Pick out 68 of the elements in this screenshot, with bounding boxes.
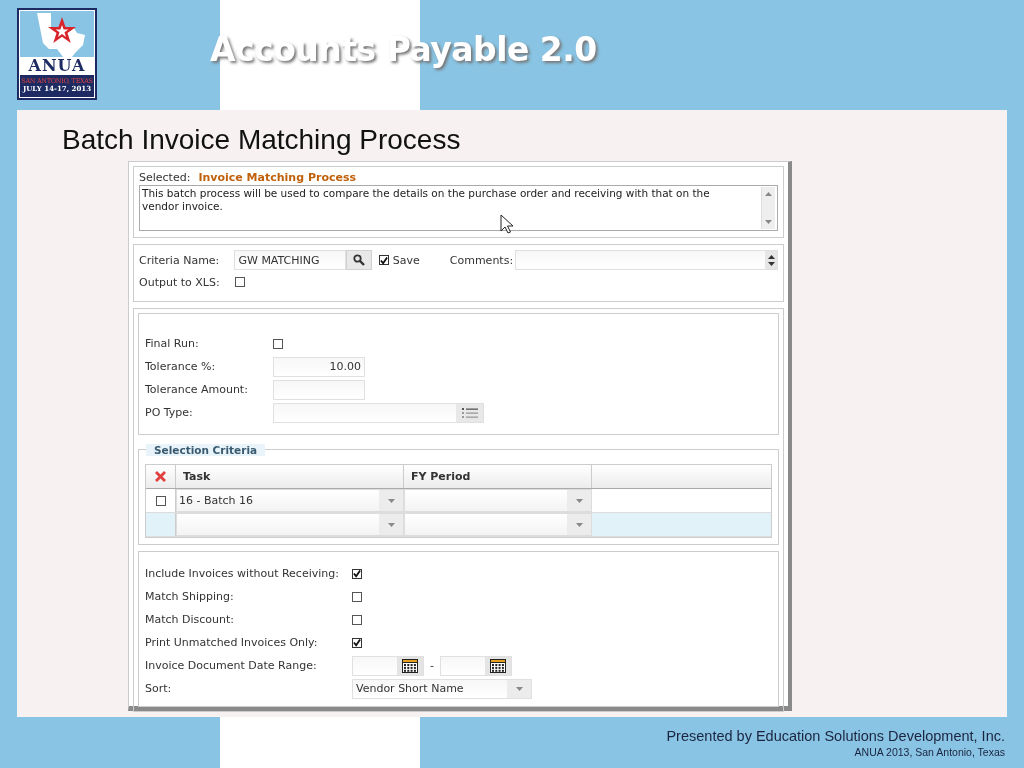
search-button[interactable] [345,250,372,270]
grid-row[interactable]: 16 - Batch 16 [146,489,771,513]
field-label: Match Discount: [145,613,236,626]
description-text: This batch process will be used to compare the details on the purchase order and receiving with that on the vendor invoice. [141,186,711,214]
checkbox[interactable] [378,255,389,265]
caret-icon [575,498,583,503]
calendar-icon [402,658,418,673]
calendar-button[interactable] [397,656,423,675]
check-icon [379,255,388,265]
caret-icon [387,522,395,527]
date-field[interactable] [352,655,424,676]
comments-field[interactable] [515,250,778,270]
range-separator: - [430,659,434,672]
slide-subtitle: Batch Invoice Matching Process [61,123,462,156]
check-icon [353,569,361,578]
field-label: Sort: [145,682,173,695]
checkbox-label: Save [392,253,420,267]
down-arrow-icon [765,220,772,224]
field-label: Output to XLS: [139,275,221,289]
logo-text: ANUA [27,57,87,75]
field-label: Criteria Name: [139,253,221,267]
date-field[interactable] [440,655,512,676]
down-arrow-icon [767,261,775,266]
criteria-name-field[interactable]: GW MATCHING [234,250,346,270]
field-label: Tolerance %: [145,360,217,373]
spinner[interactable] [765,251,777,269]
process-name: Invoice Matching Process [198,171,357,184]
group-title: Selection Criteria [146,444,266,456]
dropdown[interactable]: 16 - Batch 16 [176,489,404,512]
column-header[interactable]: Task [176,465,404,488]
checkbox[interactable] [352,568,362,579]
pointer-icon [500,214,514,234]
up-arrow-icon [765,192,772,196]
caret-icon [387,498,395,503]
calendar-icon [490,658,506,673]
delete-icon [155,471,166,482]
number-field[interactable] [273,379,365,400]
list-icon [461,407,478,418]
list-button[interactable] [456,403,483,422]
po-type-field[interactable] [273,402,484,423]
search-icon [352,254,365,266]
checkbox[interactable] [273,338,283,349]
checkbox[interactable] [352,591,362,602]
field-label: Selected: [139,171,191,184]
checkbox[interactable] [235,277,245,287]
check-icon [353,638,361,647]
field-label: PO Type: [145,406,194,419]
description-field[interactable]: This batch process will be used to compare the details on the purchase order and receiving with that on the vendor invoice. [139,185,778,231]
field-label: Tolerance Amount: [145,383,249,396]
checkbox[interactable] [352,637,362,648]
field-label: Include Invoices without Receiving: [145,567,340,580]
checkbox[interactable] [155,495,166,506]
number-field[interactable]: 10.00 [273,356,365,377]
calendar-button[interactable] [485,656,511,675]
field-label: Match Shipping: [145,590,235,603]
field-label: Invoice Document Date Range: [145,659,318,672]
caret-icon [515,686,523,691]
scrollbar[interactable] [761,187,775,229]
caret-icon [575,522,583,527]
field-label: Final Run: [145,337,200,350]
event-text: ANUA 2013, San Antonio, Texas [853,746,1005,758]
field-label: Comments: [449,253,515,267]
field-label: Print Unmatched Invoices Only: [145,636,319,649]
up-arrow-icon [767,254,775,259]
checkbox[interactable] [352,614,362,625]
sort-dropdown[interactable]: Vendor Short Name [352,678,532,699]
presenter-text: Presented by Education Solutions Development, Inc. [666,728,1005,744]
column-header[interactable]: FY Period [404,465,592,488]
